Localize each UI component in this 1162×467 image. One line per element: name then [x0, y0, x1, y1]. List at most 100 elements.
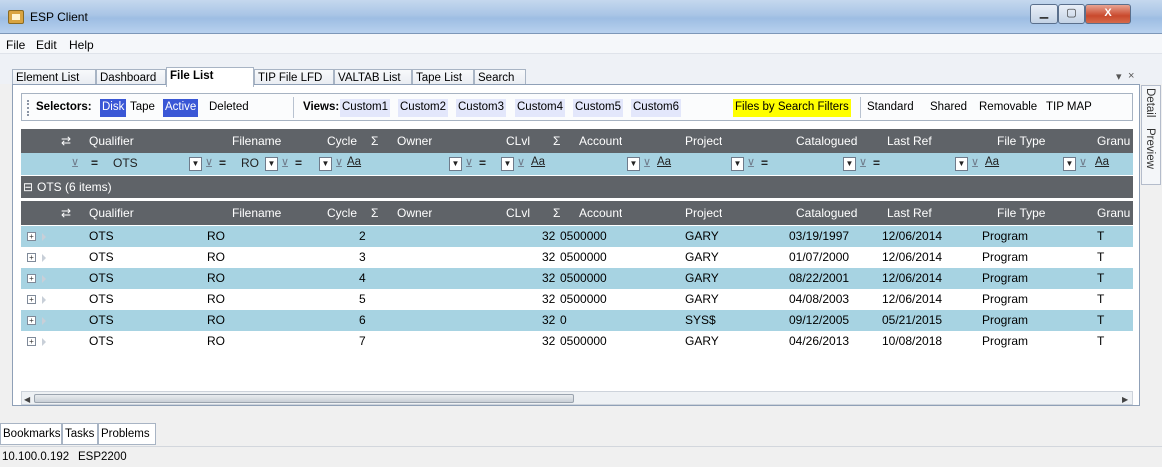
tab-bookmarks[interactable]: Bookmarks	[0, 423, 62, 445]
horizontal-scrollbar[interactable]: ◀ ▶	[21, 391, 1133, 405]
scroll-left-icon[interactable]: ◀	[24, 395, 30, 404]
filename-filter-input[interactable]: RO	[241, 156, 259, 170]
clear-filter-icon[interactable]: ⊻	[747, 157, 755, 170]
project-filter-dropdown[interactable]: ▼	[731, 157, 744, 171]
filename-filter-dropdown[interactable]: ▼	[265, 157, 278, 171]
col-granu[interactable]: Granu	[1097, 129, 1130, 153]
view-custom4[interactable]: Custom4	[515, 99, 566, 117]
menu-file[interactable]: File	[6, 38, 25, 52]
col-last-ref[interactable]: Last Ref	[887, 201, 932, 225]
clear-filter-icon[interactable]: ⊻	[1079, 157, 1087, 170]
clear-filter-icon[interactable]: ⊻	[859, 157, 867, 170]
clvl-filter-dropdown[interactable]: ▼	[501, 157, 514, 171]
view-custom5[interactable]: Custom5	[573, 99, 624, 117]
col-filename[interactable]: Filename	[232, 201, 281, 225]
row-expand-icon[interactable]: +	[27, 316, 36, 325]
owner-filter-case-icon[interactable]: Aa	[347, 156, 361, 168]
deleted-button[interactable]: Deleted	[207, 99, 251, 117]
table-row[interactable]: + OTS RO 6 32 0 SYS$ 09/12/2005 05/21/20…	[21, 310, 1133, 331]
col-catalogued[interactable]: Catalogued	[796, 129, 857, 153]
table-row[interactable]: + OTS RO 5 32 0500000 GARY 04/08/2003 12…	[21, 289, 1133, 310]
filter-operator-equals[interactable]: =	[479, 156, 486, 170]
view-tip-map[interactable]: TIP MAP	[1044, 99, 1094, 117]
col-account[interactable]: Account	[579, 201, 622, 225]
sigma-icon[interactable]: Σ	[553, 201, 560, 225]
clear-filter-icon[interactable]: ⊻	[335, 157, 343, 170]
clear-filter-icon[interactable]: ⊻	[205, 157, 213, 170]
tape-button[interactable]: Tape	[128, 99, 157, 117]
table-row[interactable]: + OTS RO 7 32 0500000 GARY 04/26/2013 10…	[21, 331, 1133, 352]
col-project[interactable]: Project	[685, 201, 722, 225]
menu-edit[interactable]: Edit	[36, 38, 57, 52]
group-collapse-icon[interactable]: ⊟	[23, 176, 33, 198]
clear-filter-icon[interactable]: ⊻	[971, 157, 979, 170]
maximize-button[interactable]: ▢	[1058, 4, 1085, 24]
col-clvl[interactable]: CLvl	[506, 201, 530, 225]
col-qualifier[interactable]: Qualifier	[89, 129, 134, 153]
granu-filter-case-icon[interactable]: Aa	[1095, 156, 1109, 168]
account-filter-case-icon[interactable]: Aa	[531, 156, 545, 168]
files-by-search-filters-button[interactable]: Files by Search Filters	[733, 99, 851, 117]
file-type-filter-case-icon[interactable]: Aa	[985, 156, 999, 168]
sigma-icon[interactable]: Σ	[371, 129, 378, 153]
view-standard[interactable]: Standard	[865, 99, 916, 117]
catalogued-filter-dropdown[interactable]: ▼	[843, 157, 856, 171]
tab-problems[interactable]: Problems	[98, 423, 156, 445]
row-expand-icon[interactable]: +	[27, 337, 36, 346]
col-qualifier[interactable]: Qualifier	[89, 201, 134, 225]
row-expand-icon[interactable]: +	[27, 295, 36, 304]
col-granu[interactable]: Granu	[1097, 201, 1130, 225]
column-chooser-icon[interactable]: ⇄	[61, 201, 71, 225]
view-custom2[interactable]: Custom2	[398, 99, 449, 117]
col-catalogued[interactable]: Catalogued	[796, 201, 857, 225]
col-owner[interactable]: Owner	[397, 129, 432, 153]
close-button[interactable]: X	[1085, 4, 1131, 24]
active-button[interactable]: Active	[163, 99, 199, 117]
row-expand-icon[interactable]: +	[27, 232, 36, 241]
sigma-icon[interactable]: Σ	[371, 201, 378, 225]
col-cycle[interactable]: Cycle	[327, 201, 357, 225]
sigma-icon[interactable]: Σ	[553, 129, 560, 153]
col-last-ref[interactable]: Last Ref	[887, 129, 932, 153]
col-owner[interactable]: Owner	[397, 201, 432, 225]
col-file-type[interactable]: File Type	[997, 201, 1045, 225]
col-clvl[interactable]: CLvl	[506, 129, 530, 153]
view-custom3[interactable]: Custom3	[456, 99, 507, 117]
row-expand-icon[interactable]: +	[27, 253, 36, 262]
clear-filter-icon[interactable]: ⊻	[281, 157, 289, 170]
view-custom6[interactable]: Custom6	[631, 99, 682, 117]
filter-operator-equals[interactable]: =	[295, 156, 302, 170]
qualifier-filter-input[interactable]: OTS	[113, 156, 138, 170]
project-filter-case-icon[interactable]: Aa	[657, 156, 671, 168]
side-tab-detail[interactable]: Detail	[1144, 88, 1156, 117]
filter-operator-equals[interactable]: =	[761, 156, 768, 170]
clear-filter-icon[interactable]: ⊻	[465, 157, 473, 170]
view-shared[interactable]: Shared	[928, 99, 969, 117]
scroll-right-icon[interactable]: ▶	[1122, 395, 1128, 404]
view-removable[interactable]: Removable	[977, 99, 1039, 117]
tab-dropdown-icon[interactable]: ▾	[1116, 70, 1122, 83]
filter-operator-equals[interactable]: =	[91, 156, 98, 170]
qualifier-filter-dropdown[interactable]: ▼	[189, 157, 202, 171]
file-type-filter-dropdown[interactable]: ▼	[1063, 157, 1076, 171]
filter-operator-equals[interactable]: =	[219, 156, 226, 170]
disk-button[interactable]: Disk	[100, 99, 127, 117]
col-project[interactable]: Project	[685, 129, 722, 153]
last-ref-filter-dropdown[interactable]: ▼	[955, 157, 968, 171]
tab-file-list[interactable]: File List	[166, 67, 254, 87]
cycle-filter-dropdown[interactable]: ▼	[319, 157, 332, 171]
clear-filter-icon[interactable]: ⊻	[71, 157, 79, 170]
table-row[interactable]: + OTS RO 4 32 0500000 GARY 08/22/2001 12…	[21, 268, 1133, 289]
view-custom1[interactable]: Custom1	[340, 99, 391, 117]
table-row[interactable]: + OTS RO 3 32 0500000 GARY 01/07/2000 12…	[21, 247, 1133, 268]
row-expand-icon[interactable]: +	[27, 274, 36, 283]
column-chooser-icon[interactable]: ⇄	[61, 129, 71, 153]
col-file-type[interactable]: File Type	[997, 129, 1045, 153]
col-filename[interactable]: Filename	[232, 129, 281, 153]
side-tab-preview[interactable]: Preview	[1144, 128, 1156, 169]
toolbar-grip[interactable]	[27, 100, 30, 116]
clear-filter-icon[interactable]: ⊻	[643, 157, 651, 170]
tab-close-icon[interactable]: ×	[1128, 70, 1134, 82]
table-row[interactable]: + OTS RO 2 32 0500000 GARY 03/19/1997 12…	[21, 226, 1133, 247]
menu-help[interactable]: Help	[69, 38, 94, 52]
